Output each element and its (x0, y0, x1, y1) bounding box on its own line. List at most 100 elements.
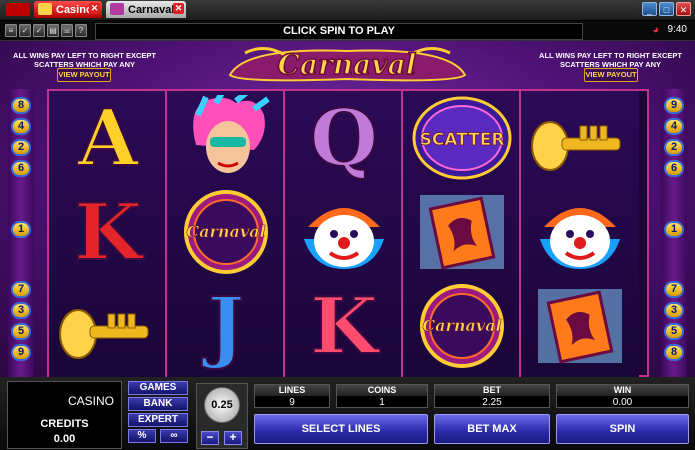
carnaval-badge-icon: Carnaval (420, 284, 504, 368)
phone-icon[interactable]: ☏ (61, 24, 73, 37)
bet-max-button[interactable]: BET MAX (434, 414, 550, 444)
pin-icon[interactable] (6, 3, 30, 16)
stats-icon[interactable]: ▤ (47, 24, 59, 37)
percent-button[interactable]: % (128, 429, 156, 443)
options-icon[interactable]: ≡ (5, 24, 17, 37)
reel-1: A K (49, 91, 167, 377)
check-icon[interactable]: ✓ (33, 24, 45, 37)
message-bar: CLICK SPIN TO PLAY (95, 23, 583, 40)
toolbar-icons: ≡ ✓ ✓ ▤ ☏ ? (5, 24, 87, 37)
reel-frame: A K Carnaval J Q K SCATTER Carnaval (47, 89, 649, 377)
view-payout-button-right[interactable]: VIEW PAYOUT (584, 68, 638, 82)
info-text-right: ALL WINS PAY LEFT TO RIGHT EXCEPT SCATTE… (539, 51, 682, 69)
minimize-icon[interactable]: _ (642, 2, 657, 16)
win-label: WIN (557, 385, 688, 396)
info-text-left: ALL WINS PAY LEFT TO RIGHT EXCEPT SCATTE… (13, 51, 156, 69)
win-value: 0.00 (612, 397, 633, 408)
trumpet-icon (531, 121, 621, 171)
banner-symbol (407, 187, 517, 277)
line-indicator[interactable]: 8 (664, 344, 684, 361)
control-panel: CASINO CREDITS 0.00 GAMES BANK EXPERT % … (0, 377, 695, 450)
toolbar: ≡ ✓ ✓ ▤ ☏ ? CLICK SPIN TO PLAY ◕ 9:40 (0, 21, 695, 41)
line-indicator[interactable]: 2 (664, 139, 684, 156)
showgirl-icon (193, 95, 270, 173)
tab-carnaval[interactable]: Carnaval ✕ (106, 1, 186, 18)
reel-3: Q K (285, 91, 403, 377)
close-icon[interactable]: ✕ (89, 3, 100, 14)
letter-j: J (207, 280, 246, 373)
clown-icon (304, 208, 384, 269)
line-indicator[interactable]: 7 (664, 281, 684, 298)
line-indicator[interactable]: 1 (11, 221, 31, 238)
line-indicator[interactable]: 6 (11, 160, 31, 177)
line-indicator[interactable]: 1 (664, 221, 684, 238)
coin-value[interactable]: 0.25 (204, 387, 240, 423)
coin-decrease-button[interactable]: − (201, 431, 219, 445)
close-window-icon[interactable]: ✕ (676, 2, 691, 16)
banner-icon (420, 195, 504, 270)
showgirl-symbol (171, 93, 281, 183)
line-indicator[interactable]: 6 (664, 160, 684, 177)
badge-text: Carnaval (186, 222, 265, 241)
coin-increase-button[interactable]: + (224, 431, 242, 445)
clown-symbol (289, 187, 399, 277)
lines-label: LINES (255, 385, 329, 396)
close-icon[interactable]: ✕ (173, 3, 184, 14)
coin-selector: 0.25 − + (196, 383, 248, 449)
window-controls: _ □ ✕ (642, 2, 691, 16)
games-button[interactable]: GAMES (128, 381, 188, 395)
tab-bar: Casino ✕ Carnaval ✕ _ □ ✕ (0, 0, 695, 21)
letter-a: A (77, 92, 140, 185)
symbol-q: Q (289, 92, 399, 185)
line-indicator[interactable]: 5 (664, 323, 684, 340)
view-payout-button-left[interactable]: VIEW PAYOUT (57, 68, 111, 82)
scatter-symbol: SCATTER (407, 93, 517, 183)
help-icon[interactable]: ? (75, 24, 87, 37)
line-indicator[interactable]: 8 (11, 97, 31, 114)
line-indicator[interactable]: 3 (664, 302, 684, 319)
bet-value: 2.25 (482, 397, 502, 408)
carnaval-logo-symbol: Carnaval (407, 281, 517, 371)
reel-4: SCATTER Carnaval (403, 91, 521, 377)
logo-text: Carnaval (278, 48, 417, 81)
coins-label: COINS (337, 385, 427, 396)
letter-k: K (73, 186, 143, 279)
expert-button[interactable]: EXPERT (128, 413, 188, 427)
line-indicator[interactable]: 5 (11, 323, 31, 340)
line-indicator[interactable]: 4 (11, 118, 31, 135)
letter-k: K (309, 280, 379, 373)
scatter-icon: SCATTER (412, 96, 512, 180)
spin-button[interactable]: SPIN (556, 414, 689, 444)
clown-icon (540, 208, 620, 269)
bank-button[interactable]: BANK (128, 397, 188, 411)
carnaval-badge-icon: Carnaval (184, 190, 268, 274)
bet-label: BET (435, 385, 549, 396)
letter-q: Q (309, 92, 379, 185)
coins-display: COINS 1 (336, 384, 428, 408)
credits-label: CREDITS (40, 418, 89, 430)
clown-symbol (525, 187, 635, 277)
line-indicator[interactable]: 4 (664, 118, 684, 135)
symbol-k: K (289, 280, 399, 373)
carnaval-icon (110, 3, 124, 15)
maximize-icon[interactable]: □ (659, 2, 674, 16)
line-indicator[interactable]: 9 (11, 344, 31, 361)
badge-text: Carnaval (422, 316, 501, 335)
clock-icon: ◕ (652, 24, 659, 36)
line-indicator[interactable]: 9 (664, 97, 684, 114)
line-indicator[interactable]: 2 (11, 139, 31, 156)
symbol-j: J (171, 280, 281, 373)
tab-carnaval-label: Carnaval (128, 3, 175, 16)
scatter-text: SCATTER (420, 130, 505, 150)
credit-display: CASINO CREDITS 0.00 (7, 381, 122, 449)
tab-casino[interactable]: Casino ✕ (34, 1, 102, 18)
line-indicator[interactable]: 3 (11, 302, 31, 319)
banner-symbol (525, 281, 635, 371)
line-indicator[interactable]: 7 (11, 281, 31, 298)
autoplay-icon[interactable]: ∞ (160, 429, 188, 443)
check-icon[interactable]: ✓ (19, 24, 31, 37)
lines-display: LINES 9 (254, 384, 330, 408)
reel-2: Carnaval J (167, 91, 285, 377)
tab-casino-label: Casino (56, 3, 93, 16)
select-lines-button[interactable]: SELECT LINES (254, 414, 428, 444)
